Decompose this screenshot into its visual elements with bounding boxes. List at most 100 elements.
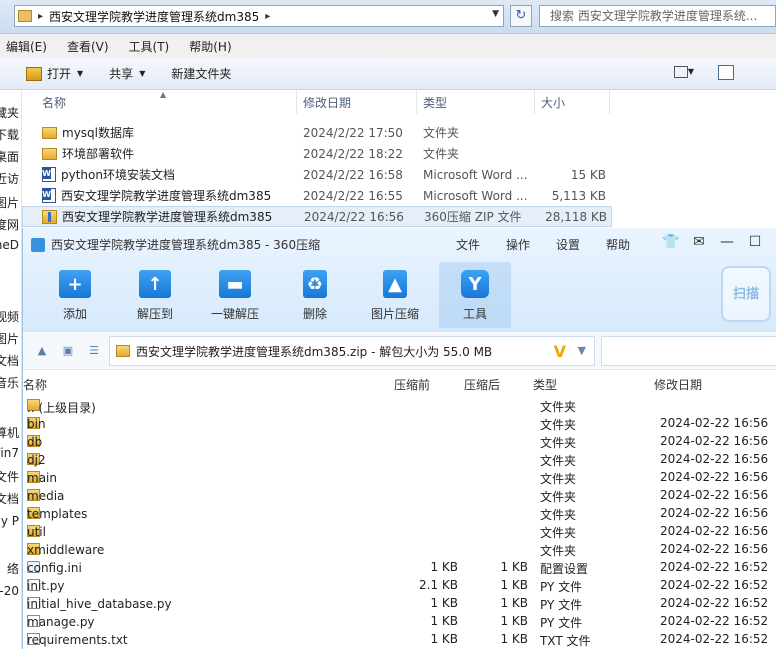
address-dropdown-icon[interactable]: ▼ xyxy=(492,9,499,19)
maximize-icon[interactable]: ☐ xyxy=(741,234,769,250)
zip-search-input[interactable] xyxy=(601,336,776,366)
one-click-extract-button[interactable]: ▬ 一键解压 xyxy=(195,262,275,328)
scan-badge[interactable]: 扫描 xyxy=(721,266,771,322)
menu-tools[interactable]: 工具(T) xyxy=(129,38,170,55)
nav-item[interactable]: 藏夹 xyxy=(0,104,19,121)
nav-item[interactable]: 音乐 xyxy=(0,374,19,391)
column-date[interactable]: 修改日期 xyxy=(654,376,702,393)
file-row[interactable]: mysql数据库 2024/2/22 17:50 文件夹 xyxy=(22,122,776,143)
menu-help[interactable]: 帮助(H) xyxy=(189,38,231,55)
feedback-icon[interactable]: ✉ xyxy=(685,234,713,250)
zip-row-date: 2024-02-22 16:52 xyxy=(660,596,769,610)
nav-item[interactable]: 络 xyxy=(7,560,19,577)
column-date[interactable]: 修改日期 xyxy=(297,90,417,114)
file-row[interactable]: 西安文理学院教学进度管理系统dm385 2024/2/22 16:55 Micr… xyxy=(22,185,776,206)
zip-file-list: .. (上级目录) 文件夹 bin 文件夹 2024-02-22 16:56 db 文件夹 2… xyxy=(23,397,776,649)
file-row[interactable]: python环境安装文档 2024/2/22 16:58 Microsoft W… xyxy=(22,164,776,185)
address-path[interactable]: 西安文理学院教学进度管理系统dm385 xyxy=(49,8,259,25)
zip-row-type: 配置设置 xyxy=(540,562,589,576)
zip-menu-file[interactable]: 文件 xyxy=(456,236,480,253)
nav-item[interactable]: 桌面 xyxy=(0,148,19,165)
zip-row[interactable]: db 文件夹 2024-02-22 16:56 xyxy=(23,433,776,451)
nav-item[interactable]: Win7 xyxy=(0,446,19,460)
nav-item[interactable]: 百度网 xyxy=(0,216,19,233)
column-type[interactable]: 类型 xyxy=(417,90,535,114)
chevron-down-icon: ▼ xyxy=(77,69,84,78)
extract-to-label: 解压到 xyxy=(136,307,173,321)
nav-item[interactable]: 文档 xyxy=(0,490,19,507)
zip-row-date: 2024-02-22 16:56 xyxy=(660,452,769,466)
nav-item[interactable]: My P xyxy=(0,514,19,528)
zip-row[interactable]: bin 文件夹 2024-02-22 16:56 xyxy=(23,415,776,433)
file-type: 文件夹 xyxy=(423,147,460,161)
nav-item[interactable]: 算机 xyxy=(0,424,19,441)
nav-item[interactable]: C-20 xyxy=(0,584,19,598)
file-name: 西安文理学院教学进度管理系统dm385 xyxy=(61,189,272,203)
zip-row[interactable]: util 文件夹 2024-02-22 16:56 xyxy=(23,523,776,541)
breadcrumb-separator-icon[interactable]: ▸ xyxy=(38,11,43,22)
file-size: 28,118 KB xyxy=(545,209,607,224)
skin-icon[interactable]: 👕 xyxy=(657,234,685,250)
extract-to-button[interactable]: ↑ 解压到 xyxy=(115,262,195,328)
column-before[interactable]: 压缩前 xyxy=(394,376,430,393)
new-folder-label: 新建文件夹 xyxy=(171,67,232,81)
zip-menu-help[interactable]: 帮助 xyxy=(606,236,630,253)
zip-row[interactable]: initial_hive_database.py 1 KB 1 KB PY 文件 202… xyxy=(23,595,776,613)
zip-row-after: 1 KB xyxy=(500,596,528,610)
nav-item[interactable]: 图片 xyxy=(0,330,19,347)
zip-row[interactable]: .. (上级目录) 文件夹 xyxy=(23,397,776,415)
thumbnail-view-icon[interactable]: ▣ xyxy=(61,345,75,357)
nav-item[interactable]: 文件 xyxy=(0,468,19,485)
image-compress-icon: ▲ xyxy=(383,270,407,298)
zip-row-date: 2024-02-22 16:56 xyxy=(660,542,769,556)
view-options-icon[interactable] xyxy=(674,66,688,78)
add-button[interactable]: + 添加 xyxy=(35,262,115,328)
nav-item[interactable]: 图片 xyxy=(0,194,19,211)
list-view-icon[interactable]: ☰ xyxy=(87,345,101,357)
zip-menu-settings[interactable]: 设置 xyxy=(556,236,580,253)
minimize-icon[interactable]: — xyxy=(713,234,741,250)
zip-menu-operate[interactable]: 操作 xyxy=(506,236,530,253)
file-row[interactable]: 环境部署软件 2024/2/22 18:22 文件夹 xyxy=(22,143,776,164)
zip-row[interactable]: main 文件夹 2024-02-22 16:56 xyxy=(23,469,776,487)
share-button[interactable]: 共享 ▼ xyxy=(109,65,145,82)
preview-pane-icon[interactable] xyxy=(718,65,734,80)
zip-path-box[interactable]: 西安文理学院教学进度管理系统dm385.zip - 解包大小为 55.0 MB … xyxy=(109,336,595,366)
zip-row[interactable]: config.ini 1 KB 1 KB 配置设置 2024-02-22 16:52 xyxy=(23,559,776,577)
nav-item[interactable]: 视频 xyxy=(0,308,19,325)
delete-button[interactable]: ♻ 删除 xyxy=(275,262,355,328)
tools-button[interactable]: Y 工具 xyxy=(439,262,511,328)
view-dropdown-icon[interactable]: ▼ xyxy=(688,67,694,76)
zip-row[interactable]: xmiddleware 文件夹 2024-02-22 16:56 xyxy=(23,541,776,559)
zip-row[interactable]: requirements.txt 1 KB 1 KB TXT 文件 2024-02-22… xyxy=(23,631,776,649)
path-dropdown-icon[interactable]: ▼ xyxy=(578,344,586,357)
column-name[interactable]: 名称 xyxy=(23,376,47,393)
new-folder-button[interactable]: 新建文件夹 xyxy=(171,65,231,82)
nav-item[interactable]: 下载 xyxy=(0,126,19,143)
up-level-icon[interactable]: ▲ xyxy=(35,345,49,357)
nav-item[interactable]: 最近访 xyxy=(0,170,19,187)
zip-row[interactable]: manage.py 1 KB 1 KB PY 文件 2024-02-22 16:52 xyxy=(23,613,776,631)
file-row-selected[interactable]: 西安文理学院教学进度管理系统dm385 2024/2/22 16:56 360压… xyxy=(22,206,612,227)
explorer-file-list: mysql数据库 2024/2/22 17:50 文件夹 环境部署软件 2024… xyxy=(22,122,776,227)
column-after[interactable]: 压缩后 xyxy=(464,376,500,393)
nav-item[interactable]: OneD xyxy=(0,238,19,252)
zip-address-bar: ▲ ▣ ☰ 西安文理学院教学进度管理系统dm385.zip - 解包大小为 55… xyxy=(23,332,776,370)
nav-item[interactable]: 文档 xyxy=(0,352,19,369)
open-button[interactable]: 打开 ▼ xyxy=(26,65,83,82)
image-compress-button[interactable]: ▲ 图片压缩 xyxy=(355,262,435,328)
breadcrumb-chevron-icon[interactable]: ▸ xyxy=(265,11,270,22)
zip-row[interactable]: init.py 2.1 KB 1 KB PY 文件 2024-02-22 16:52 xyxy=(23,577,776,595)
verified-icon: V xyxy=(553,342,566,361)
menu-view[interactable]: 查看(V) xyxy=(67,38,109,55)
column-size[interactable]: 大小 xyxy=(535,90,610,114)
address-box[interactable]: ▸ 西安文理学院教学进度管理系统dm385 ▸ ▼ xyxy=(14,5,504,27)
menu-edit[interactable]: 编辑(E) xyxy=(6,38,47,55)
zip-row[interactable]: dj2 文件夹 2024-02-22 16:56 xyxy=(23,451,776,469)
zip-row[interactable]: templates 文件夹 2024-02-22 16:56 xyxy=(23,505,776,523)
column-type[interactable]: 类型 xyxy=(533,376,557,393)
refresh-button[interactable]: ↻ xyxy=(510,5,532,27)
search-input[interactable]: 搜索 西安文理学院教学进度管理系统... xyxy=(539,5,776,27)
zip-row[interactable]: media 文件夹 2024-02-22 16:56 xyxy=(23,487,776,505)
zip-row-name: init.py xyxy=(27,579,65,593)
